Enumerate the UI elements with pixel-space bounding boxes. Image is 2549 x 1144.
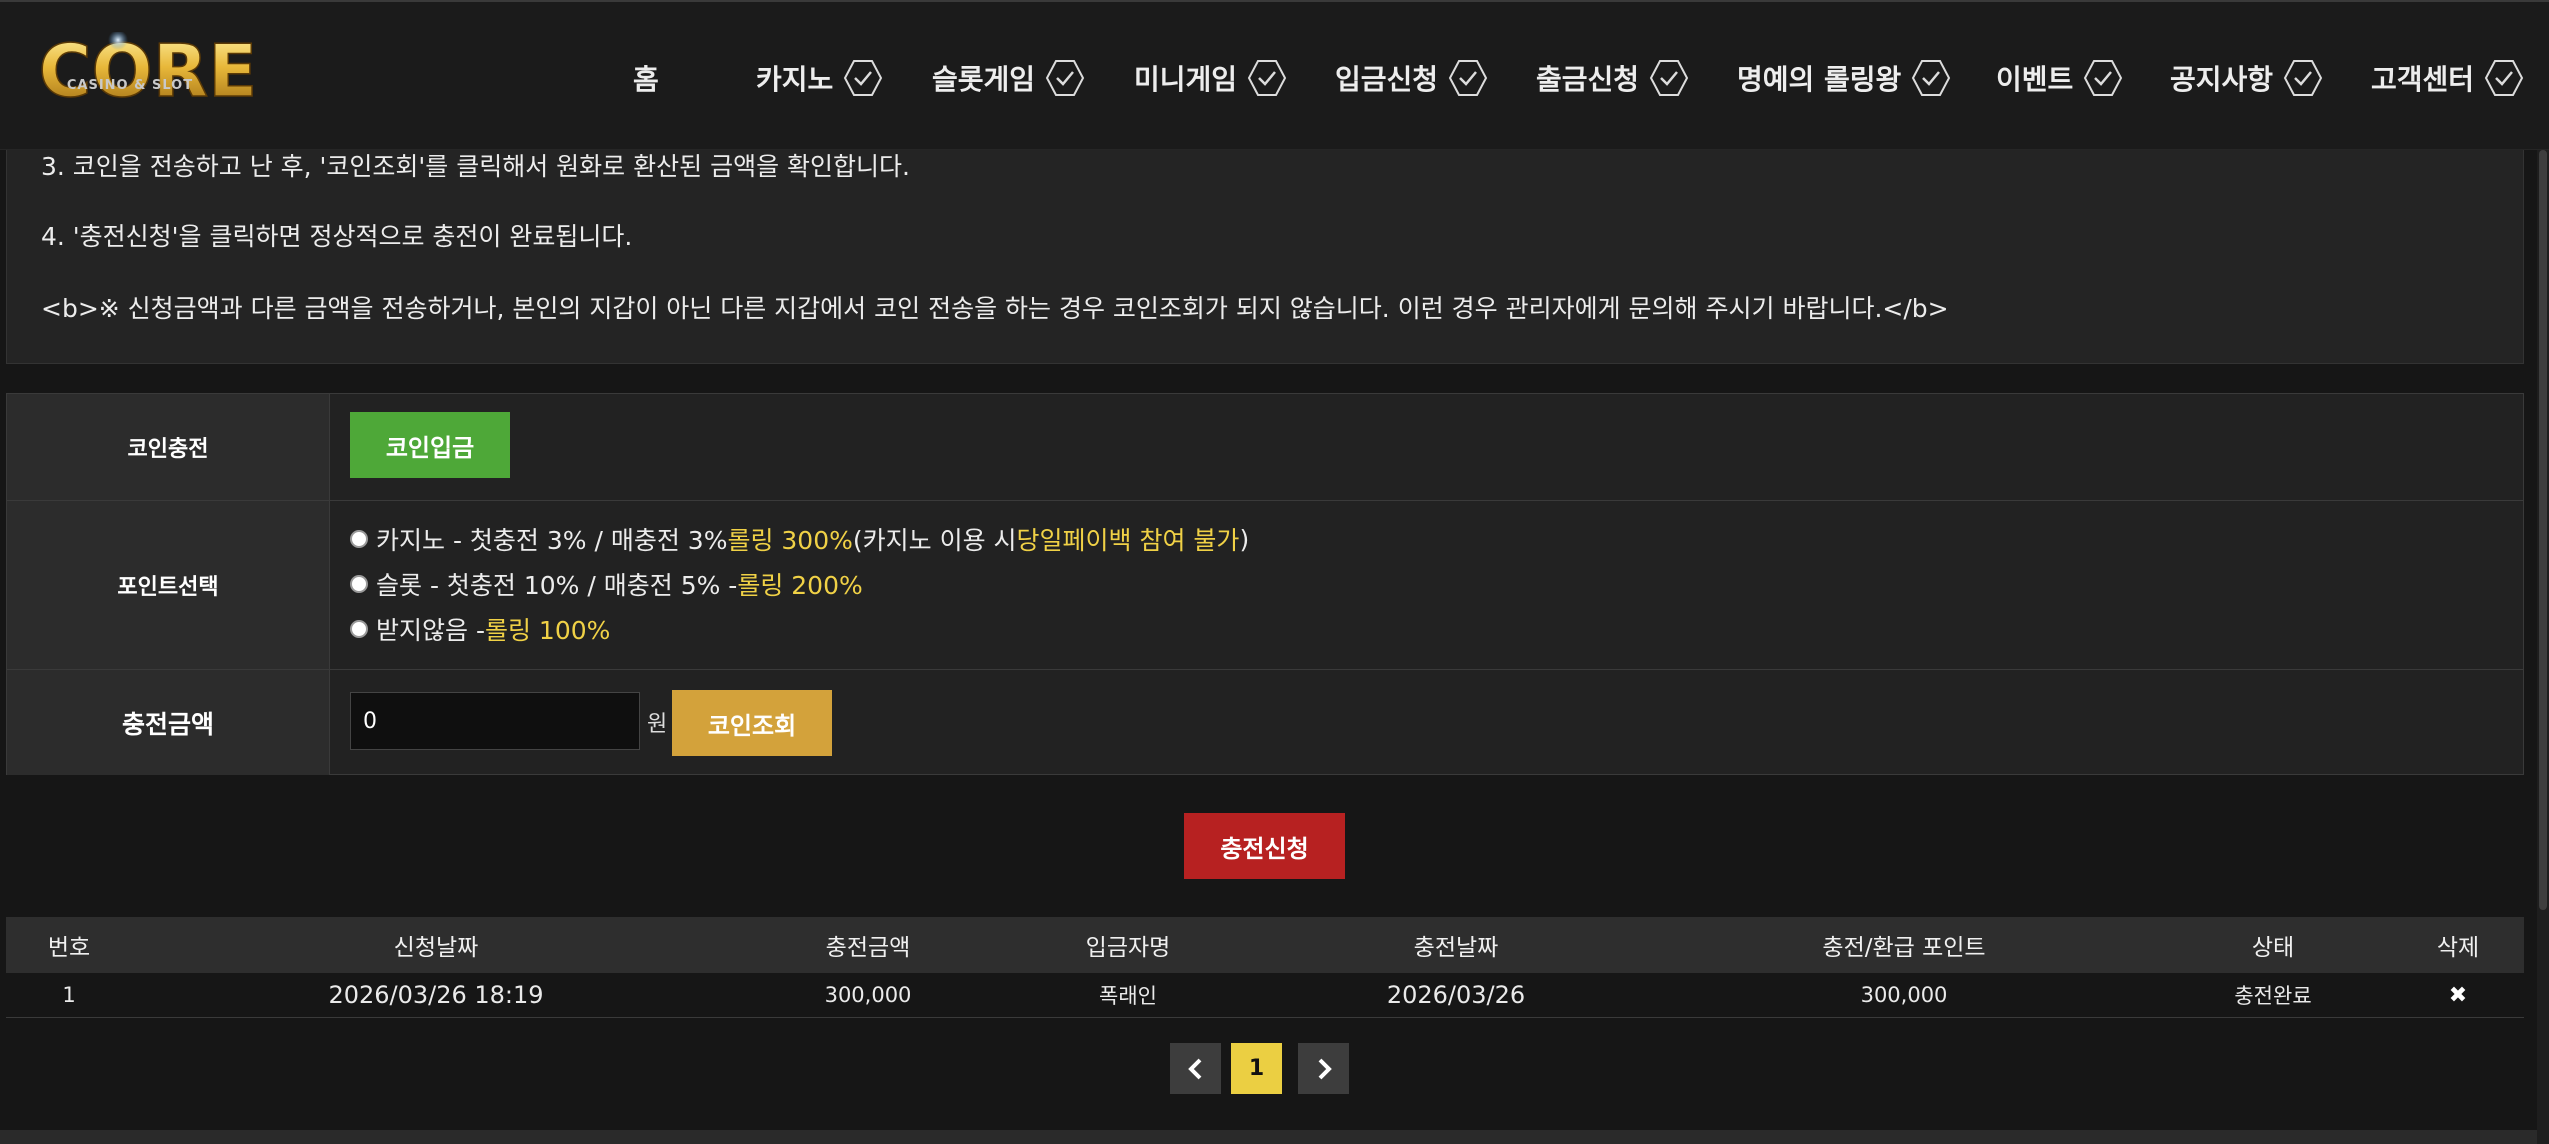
next-page-button[interactable]	[1298, 1043, 1349, 1094]
cell-status: 충전완료	[2234, 984, 2312, 1008]
check-hexagon-icon	[1448, 60, 1488, 96]
coin-charge-label: 코인충전	[7, 394, 330, 500]
col-header-amount: 충전금액	[825, 935, 911, 961]
chevron-right-icon	[1318, 1058, 1332, 1079]
check-hexagon-icon	[2084, 60, 2123, 96]
nav-label: 명예의 롤링왕	[1737, 63, 1902, 96]
option-note: (카지노 이용 시	[852, 526, 1017, 555]
cell-charge-date: 2026/03/26	[1386, 981, 1526, 1009]
table-row: 1 2026/03/26 18:19 300,000 폭래인 2026/03/2…	[6, 973, 2524, 1018]
check-hexagon-icon	[1045, 60, 1085, 96]
scrollbar-thumb[interactable]	[2539, 150, 2547, 910]
point-select-row: 포인트선택 카지노 - 첫충전 3% / 매충전 3% 롤링 300% (카지노…	[7, 501, 2523, 670]
radio-button[interactable]	[350, 575, 368, 593]
nav-label: 고객센터	[2371, 63, 2475, 96]
site-header: CORE CASINO & SLOT 홈 카지노 슬롯게임 미니게임 입금신청 …	[0, 0, 2549, 150]
instructions-panel: 3. 코인을 전송하고 난 후, '코인조회'를 클릭해서 원화로 환산된 금액…	[6, 147, 2524, 364]
coin-lookup-button[interactable]: 코인조회	[672, 690, 832, 756]
nav-label: 카지노	[756, 63, 834, 96]
nav-item-deposit[interactable]: 입금신청	[1335, 56, 1488, 100]
check-hexagon-icon	[1649, 60, 1689, 96]
col-header-request-date: 신청날짜	[393, 935, 479, 961]
cell-depositor: 폭래인	[1099, 984, 1157, 1008]
history-table-header: 번호 신청날짜 충전금액 입금자명 충전날짜 충전/환급 포인트 상태 삭제	[6, 917, 2524, 973]
instruction-line: 3. 코인을 전송하고 난 후, '코인조회'를 클릭해서 원화로 환산된 금액…	[41, 152, 910, 181]
option-rolling: 롤링 300%	[727, 526, 853, 555]
point-option-slot[interactable]: 슬롯 - 첫충전 10% / 매충전 5% - 롤링 200%	[350, 566, 863, 602]
check-hexagon-icon	[1247, 60, 1287, 96]
radio-button[interactable]	[350, 620, 368, 638]
cell-request-date: 2026/03/26 18:19	[328, 981, 544, 1009]
coin-deposit-button[interactable]: 코인입금	[350, 412, 510, 478]
check-hexagon-icon	[2283, 60, 2323, 96]
nav-label: 입금신청	[1335, 63, 1439, 96]
nav-label: 슬롯게임	[932, 63, 1036, 96]
col-header-no: 번호	[47, 935, 91, 961]
nav-label: 출금신청	[1536, 63, 1640, 96]
coin-charge-value: 코인입금	[330, 394, 2523, 500]
nav-item-support[interactable]: 고객센터	[2371, 56, 2524, 100]
nav-label: 공지사항	[2170, 63, 2274, 96]
nav-item-event[interactable]: 이벤트	[1996, 56, 2123, 100]
point-select-label: 포인트선택	[7, 501, 330, 669]
cell-no: 1	[62, 983, 76, 1007]
main-nav: 홈 카지노 슬롯게임 미니게임 입금신청 출금신청 명예의 롤링왕 이벤트 공지…	[0, 2, 2549, 149]
nav-item-slot[interactable]: 슬롯게임	[932, 56, 1085, 100]
delete-icon[interactable]: ✖	[2449, 973, 2467, 1017]
nav-item-notice[interactable]: 공지사항	[2170, 56, 2323, 100]
check-hexagon-icon	[2484, 60, 2524, 96]
cell-amount: 300,000	[824, 983, 912, 1007]
nav-item-minigame[interactable]: 미니게임	[1134, 56, 1287, 100]
chevron-left-icon	[1187, 1058, 1201, 1079]
option-text: 받지않음 -	[376, 616, 485, 645]
check-hexagon-icon	[1912, 60, 1951, 96]
nav-item-rolling-king[interactable]: 명예의 롤링왕	[1737, 56, 1951, 100]
prev-page-button[interactable]	[1170, 1043, 1221, 1094]
charge-form: 코인충전 코인입금 포인트선택 카지노 - 첫충전 3% / 매충전 3% 롤링…	[6, 393, 2524, 775]
charge-amount-label: 충전금액	[7, 670, 330, 775]
nav-label: 미니게임	[1134, 63, 1238, 96]
nav-label: 홈	[633, 63, 659, 96]
currency-unit: 원	[647, 712, 668, 737]
option-note-close: )	[1239, 524, 1250, 554]
cell-points: 300,000	[1860, 983, 1948, 1007]
point-option-none[interactable]: 받지않음 - 롤링 100%	[350, 611, 610, 647]
point-option-casino[interactable]: 카지노 - 첫충전 3% / 매충전 3% 롤링 300% (카지노 이용 시 …	[350, 521, 1249, 557]
footer-band	[0, 1130, 2549, 1144]
col-header-points: 충전/환급 포인트	[1822, 935, 1986, 961]
charge-amount-input[interactable]	[350, 692, 640, 750]
option-note-highlight: 당일페이백 참여 불가	[1016, 526, 1240, 555]
nav-item-home[interactable]: 홈	[633, 56, 659, 100]
charge-request-button[interactable]: 충전신청	[1184, 813, 1345, 879]
charge-amount-value: 원 코인조회	[330, 670, 2523, 775]
col-header-depositor: 입금자명	[1085, 935, 1171, 961]
coin-charge-row: 코인충전 코인입금	[7, 394, 2523, 501]
option-rolling: 롤링 100%	[484, 616, 611, 645]
col-header-status: 상태	[2251, 935, 2295, 961]
nav-label: 이벤트	[1996, 63, 2074, 96]
instruction-warning: <b>※ 신청금액과 다른 금액을 전송하거나, 본인의 지갑이 아닌 다른 지…	[41, 294, 1949, 323]
charge-amount-row: 충전금액 원 코인조회	[7, 670, 2523, 775]
col-header-charge-date: 충전날짜	[1413, 935, 1499, 961]
check-hexagon-icon	[844, 60, 883, 96]
col-header-delete: 삭제	[2436, 935, 2480, 961]
point-options: 카지노 - 첫충전 3% / 매충전 3% 롤링 300% (카지노 이용 시 …	[330, 501, 2523, 669]
option-text: 슬롯 - 첫충전 10% / 매충전 5% -	[376, 571, 738, 600]
option-rolling: 롤링 200%	[737, 571, 863, 600]
instruction-line: 4. '충전신청'을 클릭하면 정상적으로 충전이 완료됩니다.	[41, 222, 633, 251]
nav-item-casino[interactable]: 카지노	[756, 56, 883, 100]
nav-item-withdraw[interactable]: 출금신청	[1536, 56, 1689, 100]
radio-button[interactable]	[350, 530, 368, 548]
page-number-current[interactable]: 1	[1231, 1043, 1282, 1094]
option-text: 카지노 - 첫충전 3% / 매충전 3%	[376, 526, 728, 555]
